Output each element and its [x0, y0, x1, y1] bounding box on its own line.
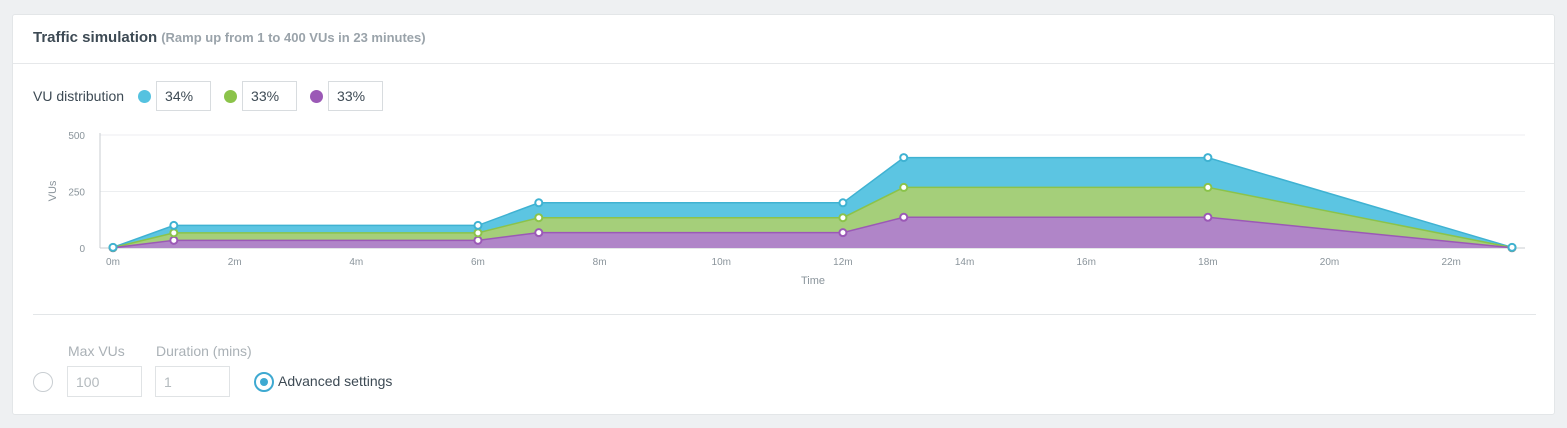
x-tick-label: 14m [955, 257, 974, 268]
data-point-series-2 [1203, 182, 1213, 192]
data-point-series-2 [473, 228, 483, 238]
y-tick-label: 250 [68, 188, 85, 199]
distribution-color-dot-1 [138, 89, 152, 103]
data-point-series-3 [169, 220, 179, 230]
data-point-series-1 [899, 212, 909, 222]
data-point-series-2 [899, 182, 909, 192]
data-point-series-2 [534, 213, 544, 223]
data-point-series-3 [473, 220, 483, 230]
data-point-series-3 [1507, 242, 1517, 252]
duration-input[interactable] [155, 366, 230, 397]
x-tick-label: 6m [471, 257, 485, 268]
data-point-series-2 [838, 213, 848, 223]
x-tick-label: 8m [593, 257, 607, 268]
x-tick-label: 0m [106, 257, 120, 268]
data-point-series-3 [1203, 153, 1213, 163]
y-tick-label: 0 [79, 244, 85, 255]
section-divider [33, 314, 1536, 315]
data-point-series-1 [169, 235, 179, 245]
distribution-color-dot-2 [224, 89, 238, 103]
data-point-series-1 [534, 228, 544, 238]
y-axis-label: VUs [47, 180, 59, 201]
x-tick-label: 10m [712, 257, 731, 268]
vu-distribution-label: VU distribution [33, 88, 125, 104]
x-tick-label: 18m [1198, 257, 1217, 268]
distribution-color-dot-3 [310, 89, 324, 103]
x-tick-label: 2m [228, 257, 242, 268]
x-tick-label: 22m [1441, 257, 1460, 268]
panel-subtitle: (Ramp up from 1 to 400 VUs in 23 minutes… [161, 30, 426, 45]
simple-settings-radio[interactable] [33, 372, 53, 392]
distribution-input-3[interactable] [328, 81, 384, 111]
panel-title: Traffic simulation [33, 29, 158, 46]
advanced-settings-radio[interactable] [254, 372, 274, 392]
data-point-series-2 [169, 228, 179, 238]
max-vus-input[interactable] [67, 366, 142, 397]
traffic-simulation-panel: Traffic simulation (Ramp up from 1 to 400… [12, 14, 1555, 415]
advanced-settings-label[interactable]: Advanced settings [278, 373, 392, 389]
duration-label: Duration (mins) [156, 343, 252, 359]
data-point-series-1 [473, 235, 483, 245]
x-tick-label: 16m [1076, 257, 1095, 268]
max-vus-label: Max VUs [68, 343, 125, 359]
data-point-series-1 [838, 228, 848, 238]
panel-header: Traffic simulation (Ramp up from 1 to 400… [13, 15, 1554, 64]
data-point-series-1 [1203, 212, 1213, 222]
data-point-series-3 [534, 198, 544, 208]
data-point-series-3 [108, 242, 118, 252]
y-tick-label: 500 [68, 131, 85, 142]
data-point-series-3 [838, 198, 848, 208]
vu-distribution: VU distribution [33, 81, 396, 111]
data-point-series-3 [899, 153, 909, 163]
x-axis-label: Time [801, 275, 825, 287]
x-tick-label: 4m [349, 257, 363, 268]
distribution-input-1[interactable] [156, 81, 212, 111]
traffic-chart: 0 250 500 0m 2m 4m 6m 8m 10m 12m 14m 16m 18m 20m 22m Ti… [47, 131, 1525, 287]
x-tick-label: 20m [1320, 257, 1339, 268]
distribution-input-2[interactable] [242, 81, 298, 111]
x-tick-label: 12m [833, 257, 852, 268]
